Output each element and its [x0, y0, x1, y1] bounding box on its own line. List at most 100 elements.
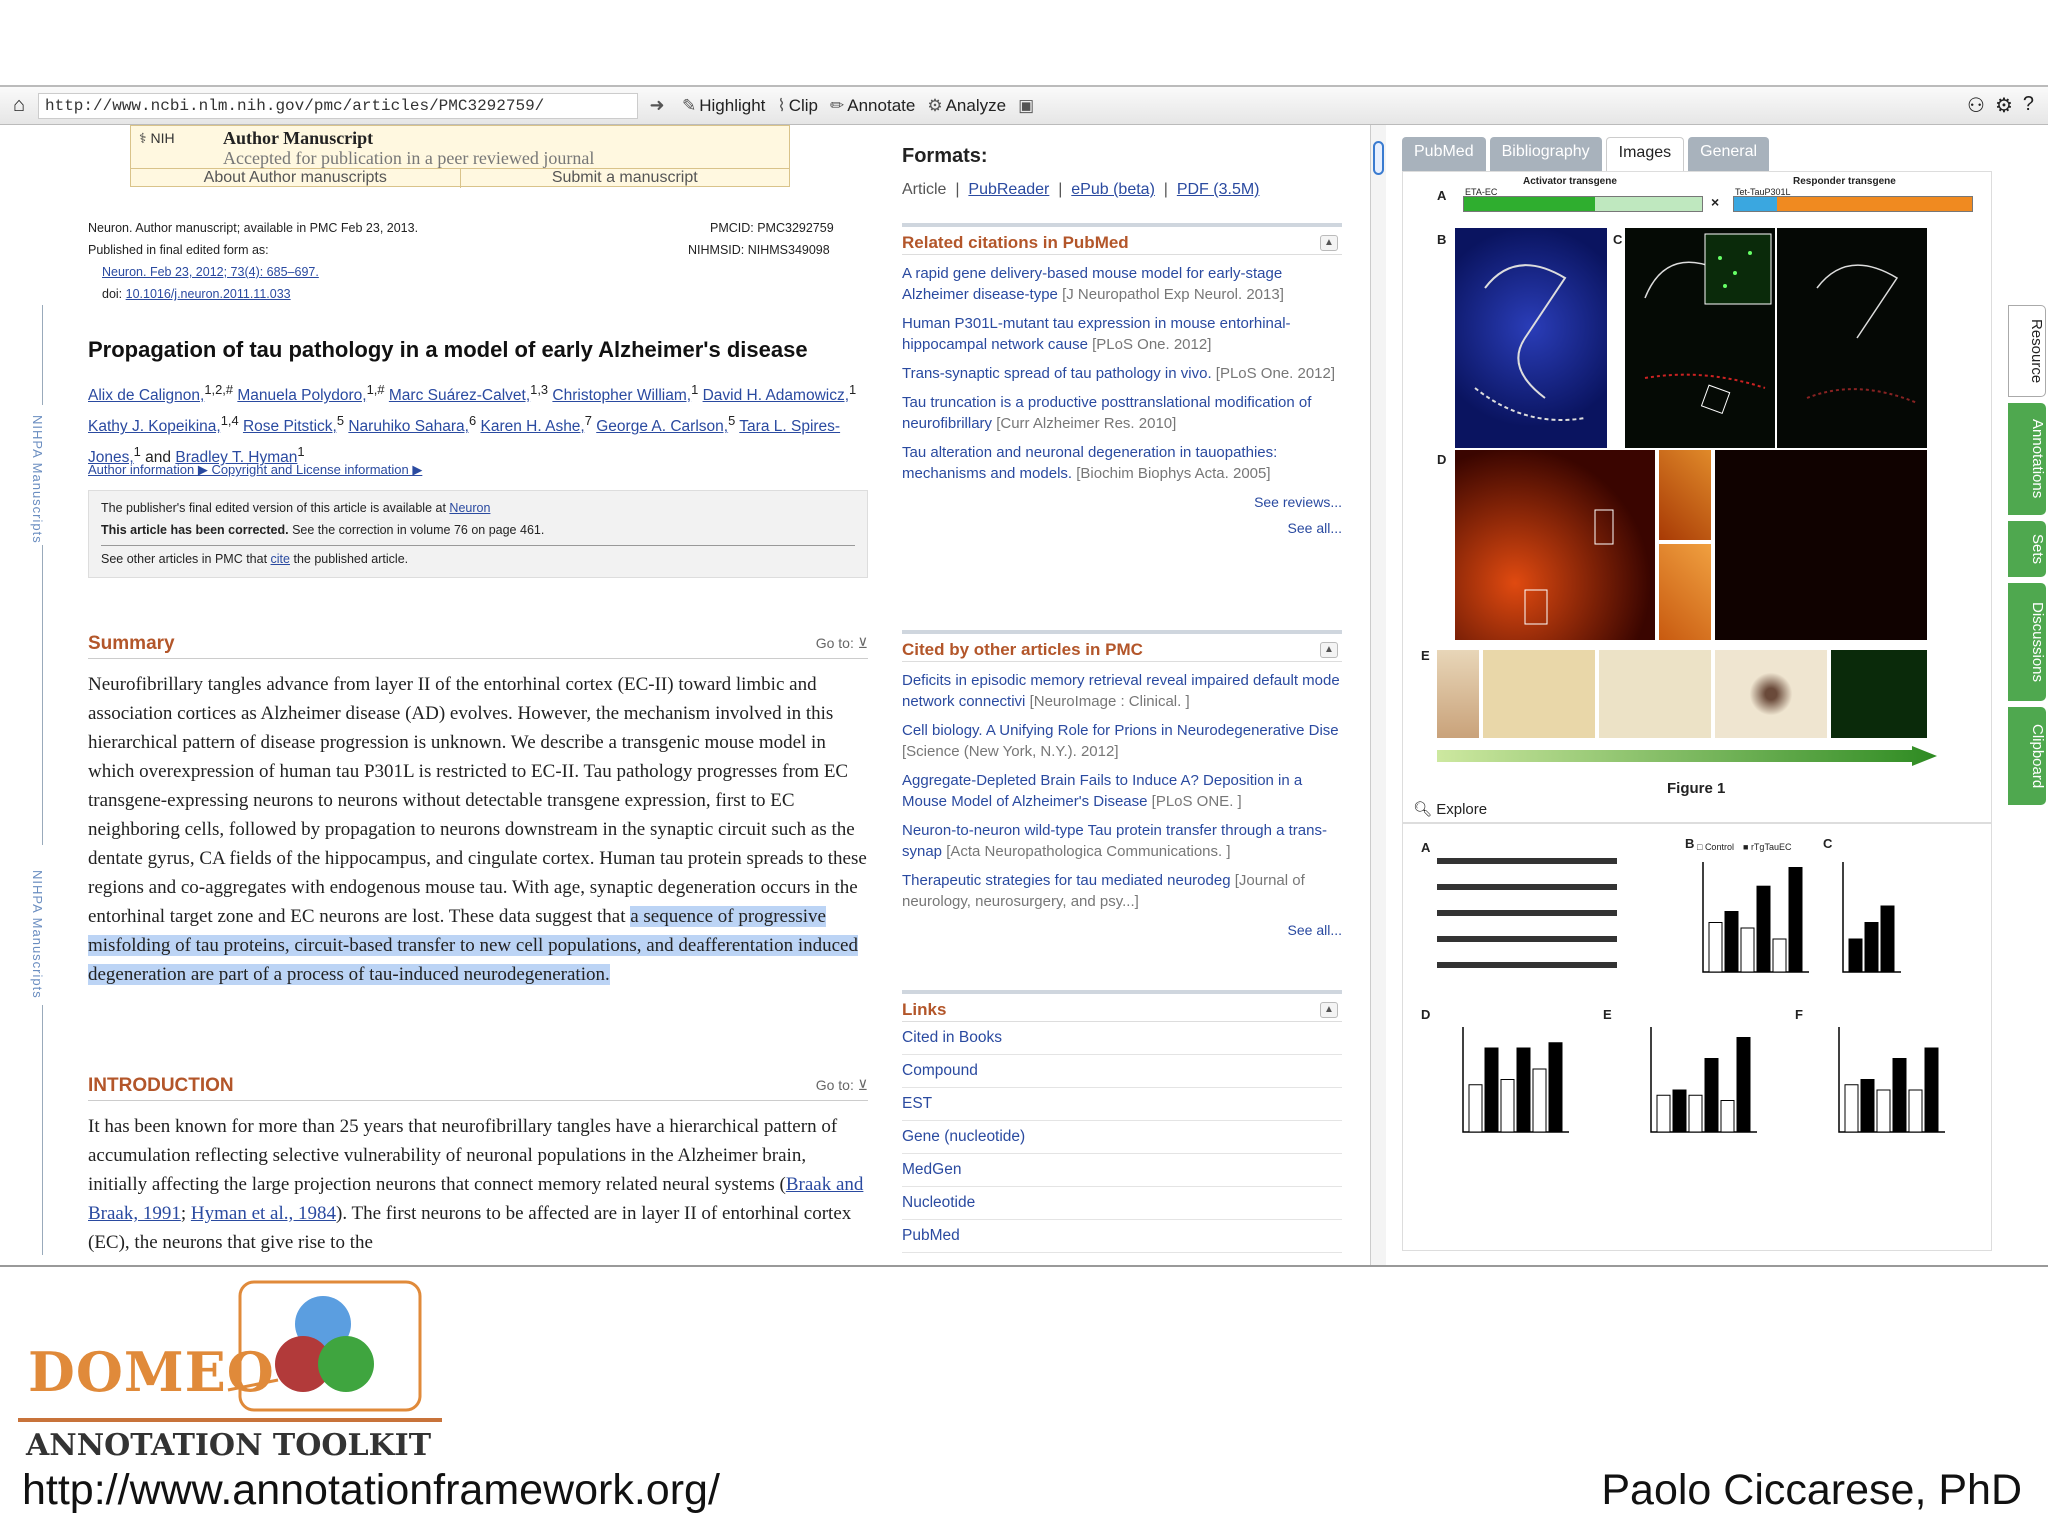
link-item[interactable]: EST [902, 1088, 1342, 1121]
side-tab-resource[interactable]: Resource [2008, 305, 2046, 397]
help-icon[interactable]: ? [2023, 93, 2034, 118]
author-link[interactable]: Kathy J. Kopeikina,1,4 [88, 413, 239, 435]
side-tab-discussions[interactable]: Discussions [2008, 583, 2046, 701]
citation-item[interactable]: Tau alteration and neuronal degeneration… [902, 442, 1342, 484]
highlighter-icon: ✎ [682, 95, 697, 115]
format-pdf-link[interactable]: PDF (3.5M) [1177, 181, 1260, 198]
author-link[interactable]: George A. Carlson,5 [596, 413, 735, 435]
citation-source: [Science (New York, N.Y.). 2012] [902, 743, 1119, 760]
author-info-link[interactable]: Author information ▶ Copyright and Licen… [88, 462, 422, 478]
citation-title[interactable]: Trans-synaptic spread of tau pathology i… [902, 365, 1212, 382]
side-tab-clipboard[interactable]: Clipboard [2008, 707, 2046, 805]
related-citations-box: Related citations in PubMed ▲ A rapid gen… [902, 223, 1342, 536]
footer-url: http://www.annotationframework.org/ [22, 1466, 720, 1514]
author-name[interactable]: David H. Adamowicz, [703, 387, 849, 404]
collapse-toggle-icon[interactable]: ▲ [1320, 1002, 1338, 1018]
tab-pubmed[interactable]: PubMed [1402, 137, 1486, 171]
scrollbar-thumb[interactable] [1373, 141, 1384, 175]
link-item[interactable]: Cited in Books [902, 1022, 1342, 1055]
citation-item[interactable]: Therapeutic strategies for tau mediated … [902, 870, 1342, 912]
author-affiliation: 6 [468, 413, 477, 429]
see-reviews-link[interactable]: See reviews... [902, 494, 1342, 510]
author-name[interactable]: George A. Carlson, [596, 418, 728, 435]
link-item[interactable]: Compound [902, 1055, 1342, 1088]
gear-icon[interactable]: ⚙ [1995, 93, 2013, 118]
tab-images[interactable]: Images [1605, 137, 1685, 171]
citation-item[interactable]: Trans-synaptic spread of tau pathology i… [902, 363, 1342, 384]
submit-manuscript-link[interactable]: Submit a manuscript [459, 169, 790, 188]
annotate-button[interactable]: ✏ Annotate [830, 96, 915, 116]
bar-charts [1462, 862, 1945, 1133]
cited-by-heading: Cited by other articles in PMC ▲ [902, 630, 1342, 662]
format-pubreader-link[interactable]: PubReader [968, 181, 1049, 198]
citation-item[interactable]: Cell biology. A Unifying Role for Prions… [902, 720, 1342, 762]
url-bar[interactable]: http://www.ncbi.nlm.nih.gov/pmc/articles… [38, 92, 638, 119]
panel-label-d: D [1421, 1007, 1431, 1022]
goto-label: Go to: [815, 635, 854, 651]
go-arrow-icon[interactable]: ➜ [644, 95, 670, 116]
home-icon[interactable]: ⌂ [6, 94, 32, 118]
goto-menu[interactable]: Go to: ⊻ [816, 1077, 868, 1094]
author-name[interactable]: Rose Pitstick, [243, 418, 337, 435]
author-link[interactable]: Manuela Polydoro,1,# [237, 382, 384, 404]
tab-general[interactable]: General [1688, 137, 1770, 171]
citation-title[interactable]: Therapeutic strategies for tau mediated … [902, 872, 1231, 889]
chart-bar [1500, 1079, 1515, 1133]
tab-bibliography[interactable]: Bibliography [1489, 137, 1602, 171]
goto-label: Go to: [815, 1077, 854, 1093]
hyman-citation-link[interactable]: Hyman et al., 1984 [191, 1203, 336, 1224]
author-link[interactable]: Marc Suárez-Calvet,1,3 [389, 382, 548, 404]
analyze-button[interactable]: ⚙ Analyze [927, 96, 1006, 116]
citation-title[interactable]: Aggregate-Depleted Brain Fails to Induce… [902, 772, 1302, 810]
citation-item[interactable]: Aggregate-Depleted Brain Fails to Induce… [902, 770, 1342, 812]
side-tab-sets[interactable]: Sets [2008, 521, 2046, 577]
people-icon[interactable]: ⚇ [1967, 93, 1985, 118]
introduction-heading: INTRODUCTION Go to: ⊻ [88, 1075, 868, 1101]
neuron-link[interactable]: Neuron [449, 501, 490, 515]
citation-title[interactable]: Cell biology. A Unifying Role for Prions… [902, 722, 1339, 739]
goto-menu[interactable]: Go to: ⊻ [816, 635, 868, 652]
citation-item[interactable]: Human P301L-mutant tau expression in mou… [902, 313, 1342, 355]
author-name[interactable]: Manuela Polydoro, [237, 387, 366, 404]
format-article[interactable]: Article [902, 181, 946, 198]
format-epub-link[interactable]: ePub (beta) [1071, 181, 1155, 198]
link-item[interactable]: Nucleotide [902, 1187, 1342, 1220]
author-link[interactable]: Christopher William,1 [552, 382, 698, 404]
doi-link[interactable]: 10.1016/j.neuron.2011.11.033 [126, 287, 291, 301]
collapse-toggle-icon[interactable]: ▲ [1320, 642, 1338, 658]
collapse-toggle-icon[interactable]: ▲ [1320, 235, 1338, 251]
citation-item[interactable]: Deficits in episodic memory retrieval re… [902, 670, 1342, 712]
citation-item[interactable]: Neuron-to-neuron wild-type Tau protein t… [902, 820, 1342, 862]
vertical-scrollbar[interactable] [1370, 125, 1386, 1265]
author-name[interactable]: Christopher William, [552, 387, 691, 404]
cite-link[interactable]: cite [271, 552, 290, 566]
author-link[interactable]: Karen H. Ashe,7 [480, 413, 591, 435]
citation-item[interactable]: A rapid gene delivery-based mouse model … [902, 263, 1342, 305]
author-manuscript-banner: ⚕ NIH Author Manuscript Accepted for pub… [130, 125, 790, 188]
chart-bar [1876, 1089, 1891, 1133]
chart-bar [1908, 1089, 1923, 1133]
side-tab-annotations[interactable]: Annotations [2008, 403, 2046, 515]
author-name[interactable]: Naruhiko Sahara, [348, 418, 469, 435]
citation-item[interactable]: Tau truncation is a productive posttrans… [902, 392, 1342, 434]
link-item[interactable]: PubMed [902, 1220, 1342, 1253]
citation-link[interactable]: Neuron. Feb 23, 2012; 73(4): 685–697. [102, 265, 319, 279]
link-item[interactable]: Gene (nucleotide) [902, 1121, 1342, 1154]
author-link[interactable]: Alix de Calignon,1,2,# [88, 382, 233, 404]
author-name[interactable]: Alix de Calignon, [88, 387, 204, 404]
author-affiliation: 1,3 [530, 382, 549, 397]
author-name[interactable]: Kathy J. Kopeikina, [88, 418, 221, 435]
about-manuscripts-link[interactable]: About Author manuscripts [131, 169, 460, 188]
author-link[interactable]: David H. Adamowicz,1 [703, 382, 857, 404]
author-name[interactable]: Karen H. Ashe, [480, 418, 584, 435]
author-name[interactable]: Marc Suárez-Calvet, [389, 387, 530, 404]
article-title: Propagation of tau pathology in a model … [88, 337, 808, 362]
highlight-button[interactable]: ✎ Highlight [682, 96, 765, 116]
save-icon[interactable]: ▣ [1018, 96, 1037, 116]
author-link[interactable]: Naruhiko Sahara,6 [348, 413, 476, 435]
see-all-link[interactable]: See all... [902, 922, 1342, 938]
author-link[interactable]: Rose Pitstick,5 [243, 413, 344, 435]
see-all-link[interactable]: See all... [902, 520, 1342, 536]
link-item[interactable]: MedGen [902, 1154, 1342, 1187]
clip-button[interactable]: ⌇ Clip [777, 96, 818, 116]
